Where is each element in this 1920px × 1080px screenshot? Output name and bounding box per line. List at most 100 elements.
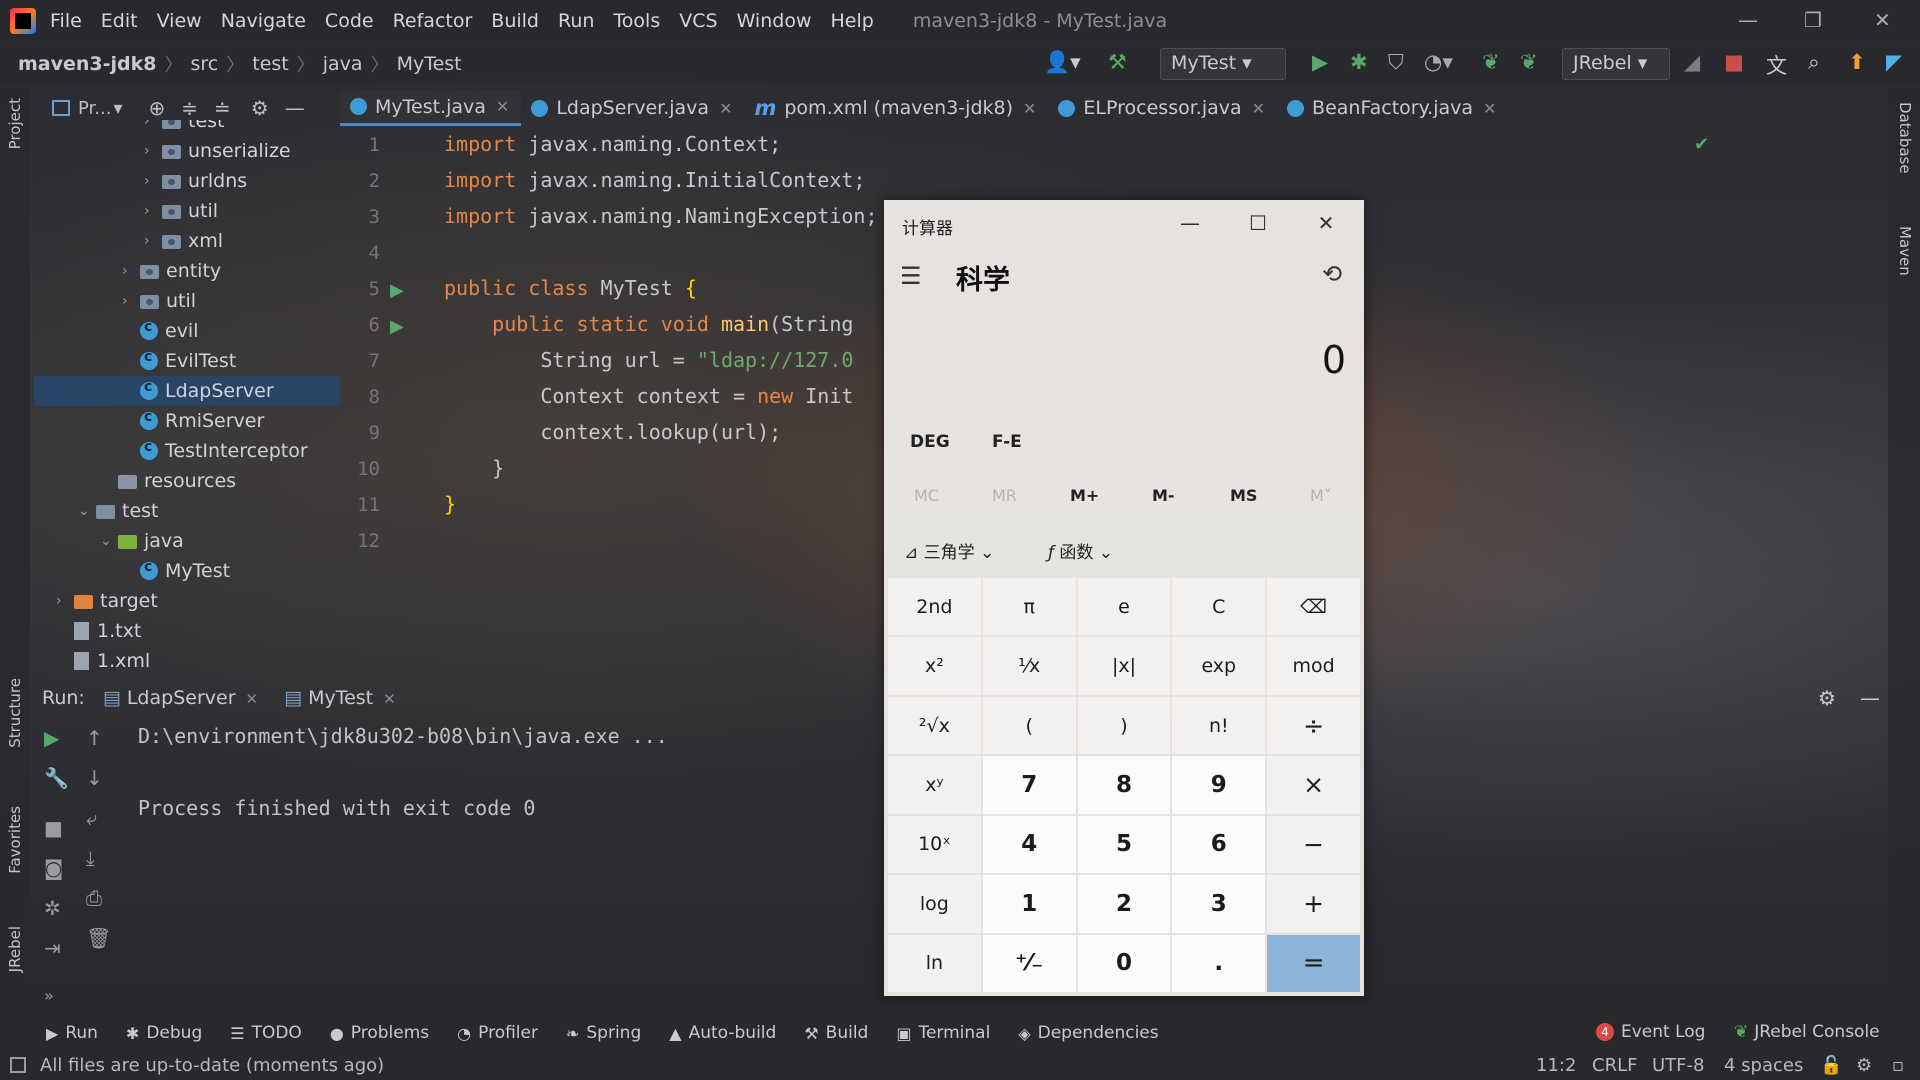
close-icon[interactable]: ✕ xyxy=(496,97,509,116)
maximize-icon[interactable]: ☐ xyxy=(1234,206,1282,240)
print-icon[interactable]: ⎙ xyxy=(86,886,102,910)
calculator-key[interactable]: C xyxy=(1172,578,1266,636)
stop-icon[interactable]: ■ xyxy=(1724,50,1744,74)
calculator-key[interactable]: 4 xyxy=(982,815,1076,874)
close-icon[interactable]: ✕ xyxy=(1252,99,1265,118)
project-tool-button[interactable]: Project xyxy=(6,98,24,149)
minimize-icon[interactable]: — xyxy=(1738,8,1758,32)
tree-expand-chevron-icon[interactable]: ⌄ xyxy=(100,533,118,549)
tree-item[interactable]: resources xyxy=(34,466,340,496)
toolwindow-debug[interactable]: ✱ Debug xyxy=(126,1023,202,1043)
calculator-key[interactable]: n! xyxy=(1172,696,1266,755)
toolwindow-build[interactable]: ⚒ Build xyxy=(804,1023,868,1043)
calculator-key[interactable]: − xyxy=(1267,815,1360,874)
favorites-tool-button[interactable]: Favorites xyxy=(6,806,24,874)
memory-clear-button[interactable]: MC xyxy=(914,486,939,505)
expand-all-icon[interactable]: ≑ xyxy=(181,96,198,120)
run-class-icon[interactable]: ▶ xyxy=(390,280,404,301)
soft-wrap-icon[interactable]: ⤶ xyxy=(86,806,97,830)
tree-item[interactable]: RmiServer xyxy=(34,406,340,436)
calculator-window[interactable]: 计算器 — ☐ ✕ ☰ 科学 ⟲ 0 DEG F-E MC MR M+ M- M… xyxy=(884,200,1364,996)
maven-tool-button[interactable]: Maven xyxy=(1896,226,1914,276)
tree-item[interactable]: › urldns xyxy=(34,166,340,196)
close-icon[interactable]: ✕ xyxy=(1483,99,1496,118)
jrebel-console-button[interactable]: ❦ JRebel Console xyxy=(1734,1022,1880,1042)
gear-icon[interactable]: ⚙ xyxy=(251,96,269,120)
tree-expand-chevron-icon[interactable]: › xyxy=(122,293,140,309)
structure-tool-button[interactable]: Structure xyxy=(6,678,24,748)
panel-toggle-icon[interactable] xyxy=(10,1057,26,1073)
coverage-icon[interactable]: ⛉ xyxy=(1388,50,1404,75)
trash-icon[interactable]: 🗑 xyxy=(86,926,111,950)
profiler-icon[interactable]: ◔▾ xyxy=(1424,50,1453,74)
toolwindow-run[interactable]: ▶ Run xyxy=(46,1023,98,1043)
breadcrumb-java[interactable]: java xyxy=(323,53,363,75)
tree-item[interactable]: › unserialize xyxy=(34,136,340,166)
calculator-key[interactable]: 2nd xyxy=(888,578,981,636)
calculator-key[interactable]: mod xyxy=(1267,637,1360,695)
up-arrow-icon[interactable]: ↑ xyxy=(86,726,103,750)
line-separator[interactable]: CRLF xyxy=(1592,1055,1637,1076)
calculator-key[interactable]: ¹⁄x xyxy=(982,637,1076,695)
collapse-all-icon[interactable]: ≐ xyxy=(214,96,231,120)
tree-item[interactable]: › target xyxy=(34,586,340,616)
jrebel-tool-button[interactable]: JRebel xyxy=(6,926,24,972)
calculator-key[interactable]: 1 xyxy=(982,875,1076,933)
breadcrumb-src[interactable]: src xyxy=(191,53,219,75)
menu-edit[interactable]: Edit xyxy=(101,10,138,32)
toolwindow-problems[interactable]: ● Problems xyxy=(330,1023,429,1043)
tree-expand-chevron-icon[interactable]: ⌄ xyxy=(78,503,96,519)
minimize-icon[interactable]: — xyxy=(1166,206,1214,240)
editor-tab[interactable]: m pom.xml (maven3-jdk8) ✕ xyxy=(744,90,1048,126)
down-arrow-icon[interactable]: ↓ xyxy=(86,766,103,790)
breadcrumb-mytest[interactable]: MyTest xyxy=(397,53,462,75)
code-editor[interactable]: import javax.naming.Context; import javax… xyxy=(440,126,884,556)
tree-expand-chevron-icon[interactable]: › xyxy=(144,173,162,189)
run-main-icon[interactable]: ▶ xyxy=(390,316,404,337)
exit-icon[interactable]: ⇥ xyxy=(44,936,61,960)
tree-item[interactable]: TestInterceptor xyxy=(34,436,340,466)
tree-item[interactable]: evil xyxy=(34,316,340,346)
editor-tab[interactable]: BeanFactory.java ✕ xyxy=(1277,90,1508,126)
close-icon[interactable]: ✕ xyxy=(1023,99,1036,118)
editor-tab[interactable]: LdapServer.java ✕ xyxy=(521,90,744,126)
calculator-key[interactable]: ⁺⁄₋ xyxy=(982,934,1076,992)
calculator-key[interactable]: |x| xyxy=(1077,637,1171,695)
tree-item[interactable]: › util xyxy=(34,286,340,316)
more-icon[interactable]: » xyxy=(44,986,54,1005)
user-icon[interactable]: 👤▾ xyxy=(1044,50,1081,75)
translate-icon[interactable]: 文 xyxy=(1766,50,1787,80)
chevron-down-icon[interactable]: ▾ xyxy=(113,98,122,119)
trigonometry-dropdown[interactable]: ⊿ 三角学 ⌄ xyxy=(904,538,994,563)
calculator-key[interactable]: ) xyxy=(1077,696,1171,755)
calculator-key[interactable]: 2 xyxy=(1077,875,1171,933)
search-icon[interactable]: ⌕ xyxy=(1808,50,1820,75)
restore-icon[interactable]: ❐ xyxy=(1804,8,1822,32)
tree-item[interactable]: › entity xyxy=(34,256,340,286)
toolwindow-auto-build[interactable]: ▲ Auto-build xyxy=(669,1023,776,1043)
memory-add-button[interactable]: M+ xyxy=(1070,486,1099,505)
tree-item[interactable]: 1.xml xyxy=(34,646,340,675)
calculator-key[interactable]: 9 xyxy=(1172,756,1266,814)
tree-item[interactable]: 1.txt xyxy=(34,616,340,646)
tree-item[interactable]: ⌄ test xyxy=(34,496,340,526)
toolwindow-terminal[interactable]: ▣ Terminal xyxy=(896,1023,990,1043)
menu-window[interactable]: Window xyxy=(737,10,812,32)
close-icon[interactable]: ✕ xyxy=(1874,8,1891,32)
calculator-key[interactable]: . xyxy=(1172,934,1266,992)
tree-item[interactable]: EvilTest xyxy=(34,346,340,376)
file-encoding[interactable]: UTF-8 xyxy=(1652,1055,1704,1076)
calculator-key[interactable]: 6 xyxy=(1172,815,1266,874)
menu-refactor[interactable]: Refactor xyxy=(393,10,473,32)
calculator-key[interactable]: 7 xyxy=(982,756,1076,814)
calculator-key[interactable]: π xyxy=(982,578,1076,636)
settings-icon[interactable]: ✲ xyxy=(44,896,61,920)
run-console[interactable]: D:\environment\jdk8u302-b08\bin\java.exe… xyxy=(130,716,880,1016)
tree-item[interactable]: MyTest xyxy=(34,556,340,586)
locate-icon[interactable]: ⊕ xyxy=(149,96,166,120)
close-icon[interactable]: ✕ xyxy=(383,690,396,708)
build-hammer-icon[interactable]: ⚒ xyxy=(1108,50,1127,74)
jrebel-select[interactable]: JRebel ▾ xyxy=(1562,48,1670,80)
close-icon[interactable]: ✕ xyxy=(719,99,732,118)
tree-expand-chevron-icon[interactable]: › xyxy=(122,263,140,279)
